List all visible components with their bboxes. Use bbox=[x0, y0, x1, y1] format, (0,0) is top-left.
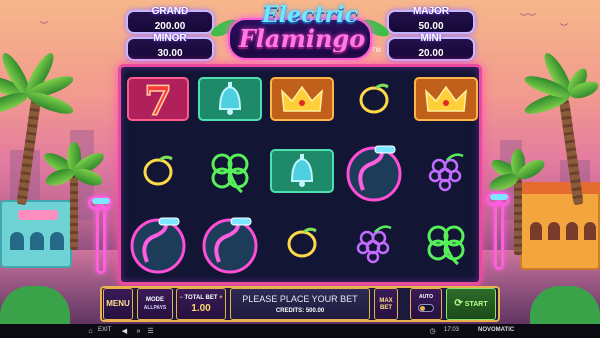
jackpot-minor-value: 30.00 bbox=[157, 48, 183, 59]
symbol-flamingo-icon bbox=[195, 211, 265, 277]
bird-icon: ︶︶ bbox=[520, 13, 536, 22]
window bbox=[530, 222, 542, 240]
bird-icon: ︶ bbox=[40, 21, 48, 30]
start-label: START bbox=[464, 301, 488, 308]
window bbox=[548, 222, 560, 240]
clock-time: 17:03 bbox=[444, 327, 460, 333]
autoplay-toggle[interactable]: AUTO bbox=[410, 288, 442, 320]
jackpot-minor-label: MINOR bbox=[153, 33, 187, 44]
total-bet-label: − TOTAL BET + bbox=[177, 295, 225, 301]
toggle-switch[interactable] bbox=[418, 304, 434, 312]
jackpot-grand: GRAND 200.00 bbox=[126, 6, 214, 34]
symbol-lemon-icon bbox=[339, 73, 409, 125]
symbol-lemon-icon bbox=[123, 145, 193, 197]
bet-decrease-icon[interactable]: − bbox=[179, 295, 183, 301]
jackpot-mini-label: MINI bbox=[420, 33, 442, 44]
symbol-clover-icon bbox=[411, 217, 479, 269]
bet-increase-icon[interactable]: + bbox=[219, 295, 223, 301]
jackpot-minor: MINOR 30.00 bbox=[126, 33, 214, 61]
auto-label: AUTO bbox=[418, 294, 434, 300]
jackpot-grand-value: 200.00 bbox=[154, 21, 186, 32]
window bbox=[566, 222, 578, 240]
flamingo-neon-left bbox=[86, 196, 116, 296]
logo-line2: Flamingo bbox=[238, 24, 366, 53]
symbol-crown-icon bbox=[411, 73, 479, 125]
fast-play-icon[interactable]: » bbox=[134, 327, 143, 336]
game-logo: Electric Flamingo TM bbox=[208, 2, 392, 62]
symbol-flamingo-icon bbox=[339, 139, 409, 205]
start-button[interactable]: ⟳ START bbox=[446, 288, 496, 320]
reel-grid: 7 bbox=[118, 64, 482, 285]
jackpot-mini: MINI 20.00 bbox=[387, 33, 475, 61]
total-bet-selector[interactable]: − TOTAL BET + 1.00 bbox=[176, 288, 226, 320]
symbol-flamingo-icon bbox=[123, 211, 193, 277]
credits-display: CREDITS: 500.00 bbox=[275, 308, 325, 314]
window bbox=[50, 232, 64, 250]
symbol-lemon-icon bbox=[267, 217, 337, 269]
jackpot-major: MAJOR 50.00 bbox=[387, 6, 475, 34]
jackpot-grand-label: GRAND bbox=[151, 6, 189, 17]
exit-link[interactable]: EXIT bbox=[98, 327, 111, 333]
cafe-sign bbox=[18, 210, 58, 220]
paytable-icon[interactable]: ☰ bbox=[146, 327, 155, 336]
hotel-roof bbox=[520, 182, 600, 194]
mode-selector[interactable]: MODE ALLPAYS bbox=[137, 288, 173, 320]
window bbox=[30, 232, 44, 250]
message-display: PLEASE PLACE YOUR BET CREDITS: 500.00 bbox=[230, 288, 370, 320]
home-icon[interactable]: ⌂ bbox=[86, 327, 95, 336]
total-bet-value: 1.00 bbox=[191, 303, 211, 314]
window bbox=[10, 232, 24, 250]
mode-value: ALLPAYS bbox=[143, 305, 167, 311]
status-bar: ⌂ EXIT ◀ » ☰ ◷ 17:03 NOVOMATIC bbox=[0, 324, 600, 338]
sound-icon[interactable]: ◀ bbox=[120, 327, 129, 336]
symbol-crown-icon bbox=[267, 73, 337, 125]
status-message: PLEASE PLACE YOUR BET bbox=[242, 294, 358, 304]
jackpot-mini-value: 20.00 bbox=[418, 48, 444, 59]
symbol-grapes-icon bbox=[339, 217, 409, 269]
symbol-grapes-icon bbox=[411, 145, 479, 197]
mode-label: MODE bbox=[146, 297, 164, 303]
bird-icon: ︶ bbox=[560, 23, 568, 32]
symbol-bell-icon bbox=[267, 145, 337, 197]
symbol-bell-icon bbox=[195, 73, 265, 125]
jackpot-major-label: MAJOR bbox=[412, 6, 450, 17]
jackpot-major-value: 50.00 bbox=[418, 21, 444, 32]
brand-label: NOVOMATIC bbox=[478, 327, 515, 333]
logo-trademark: TM bbox=[372, 48, 381, 54]
svg-text:7: 7 bbox=[144, 78, 172, 121]
symbol-clover-icon bbox=[195, 145, 265, 197]
symbol-seven-icon: 7 bbox=[123, 73, 193, 125]
max-bet-button[interactable]: MAX BET bbox=[374, 288, 398, 320]
total-bet-label-text: TOTAL BET bbox=[184, 295, 218, 301]
cafe-building bbox=[0, 200, 72, 268]
hotel-building bbox=[520, 182, 600, 270]
window bbox=[584, 222, 596, 240]
spin-arrows-icon: ⟳ bbox=[454, 298, 463, 309]
menu-button[interactable]: MENU bbox=[103, 288, 133, 320]
flamingo-neon-right bbox=[484, 192, 514, 292]
clock-icon: ◷ bbox=[429, 328, 436, 335]
